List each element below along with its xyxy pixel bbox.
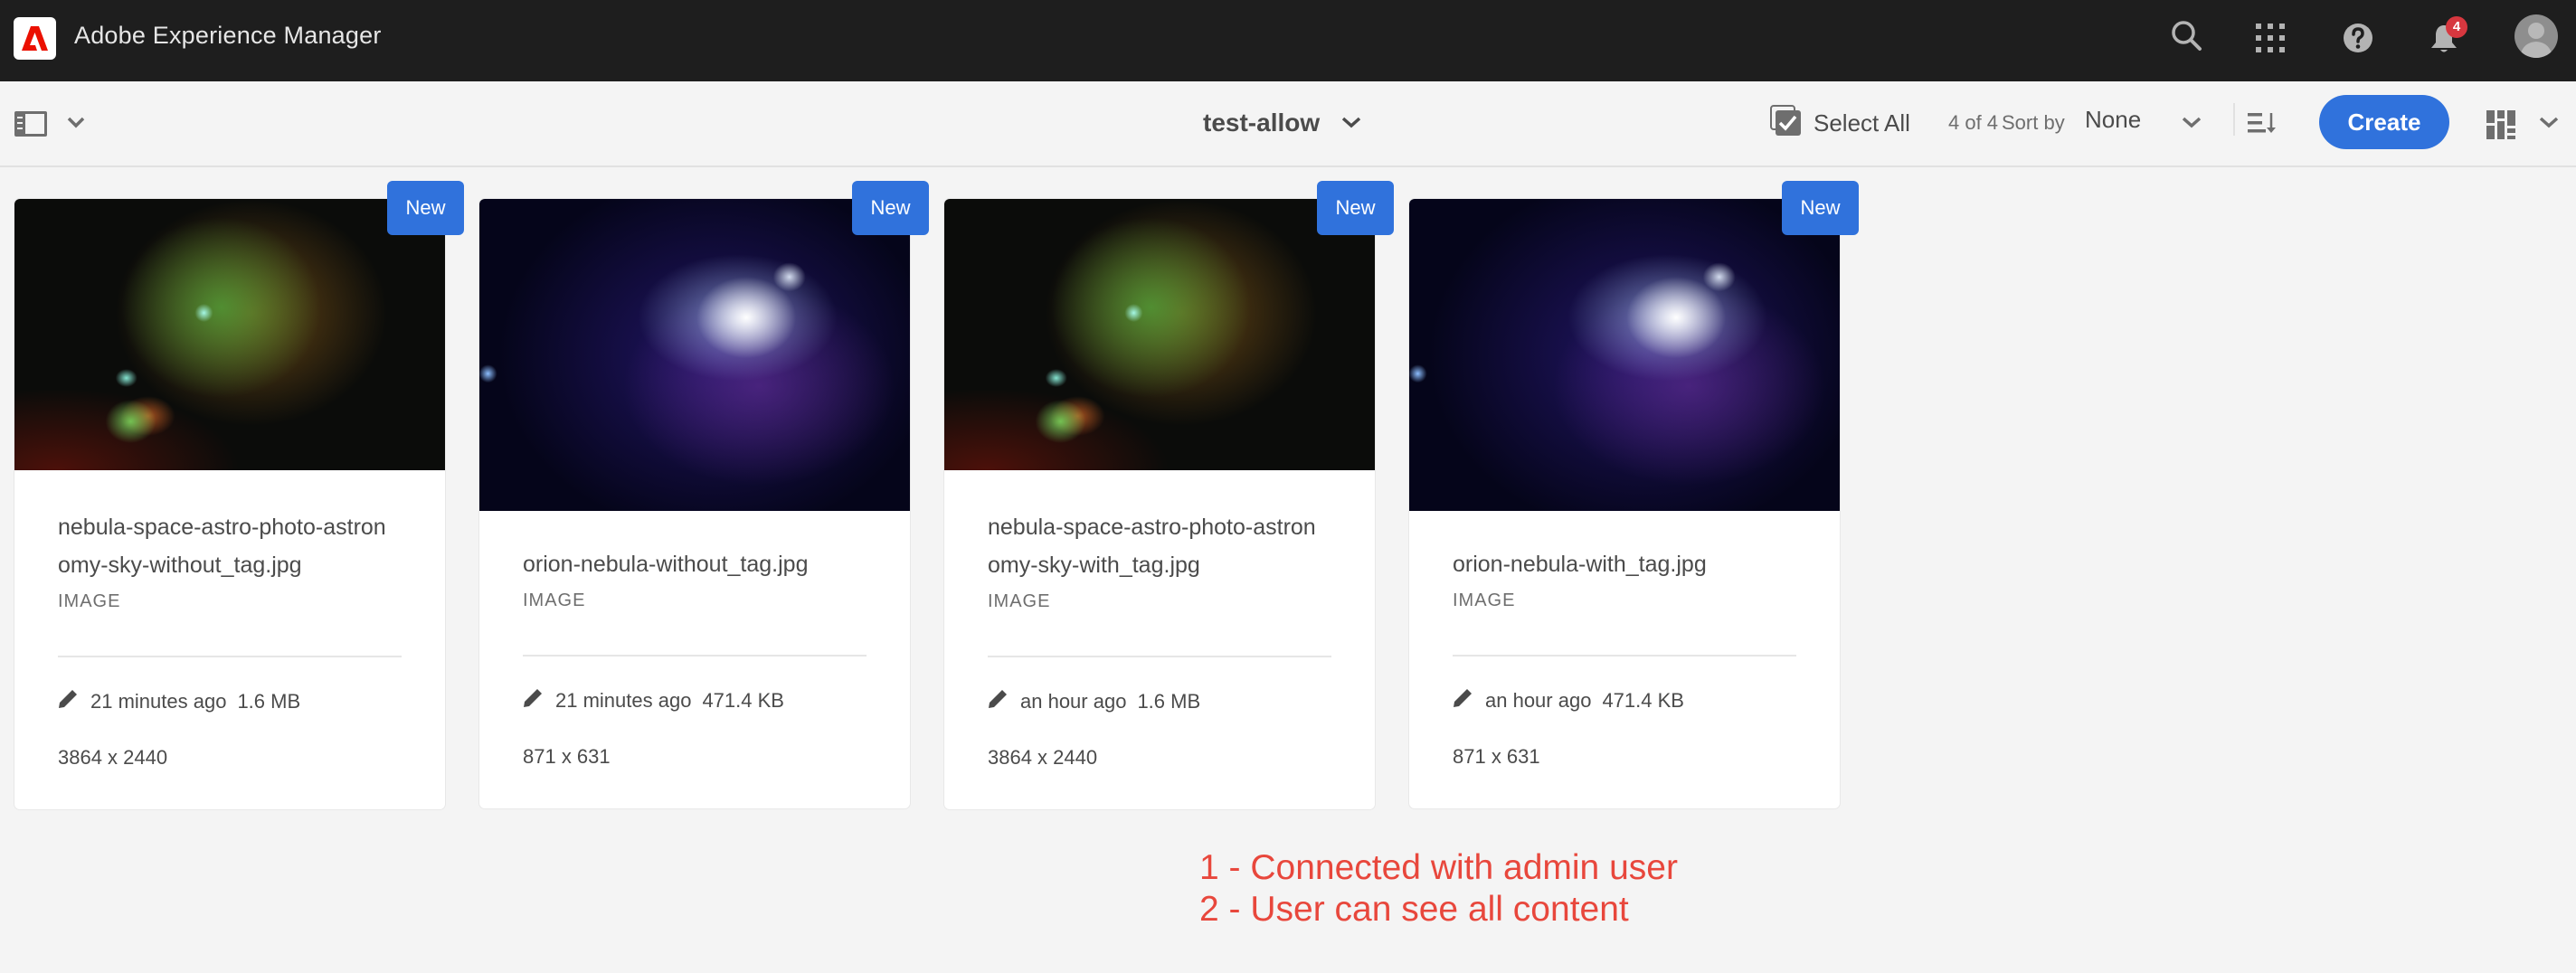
rail-toggle-icon[interactable] (14, 111, 47, 141)
modified-time: 21 minutes ago (90, 690, 227, 713)
annotation-note: 1 - Connected with admin user 2 - User c… (1199, 847, 1678, 930)
folder-chevron-down-icon[interactable] (1341, 116, 1361, 133)
modified-time: an hour ago (1485, 689, 1592, 712)
card-view-icon[interactable] (2486, 110, 2515, 144)
nebula-thumbnail-image (944, 199, 1375, 470)
shell-header: Adobe Experience Manager 4 (0, 0, 2576, 81)
asset-type: IMAGE (1453, 590, 1516, 610)
image-dimensions: 871 x 631 (1453, 745, 1540, 768)
asset-title: nebula-space-astro-photo-astronomy-sky-w… (58, 515, 386, 578)
app-title[interactable]: Adobe Experience Manager (74, 22, 382, 50)
pencil-icon (523, 688, 543, 713)
asset-thumbnail (14, 199, 445, 470)
help-icon[interactable] (2343, 23, 2373, 58)
select-all-checkbox-icon (1770, 105, 1801, 136)
file-size: 471.4 KB (702, 689, 784, 712)
new-badge: New (1782, 181, 1859, 235)
asset-thumbnail (479, 199, 910, 511)
view-chevron-down-icon[interactable] (2539, 116, 2559, 133)
sort-by-value: None (2085, 106, 2142, 133)
action-bar: test-allow Select All 4 of 4 Sort by Non… (0, 81, 2576, 167)
rail-chevron-down-icon[interactable] (67, 116, 85, 133)
adobe-logo-icon[interactable] (14, 17, 56, 60)
asset-card[interactable]: New orion-nebula-with_tag.jpg IMAGE an h… (1409, 181, 1859, 808)
create-button[interactable]: Create (2319, 95, 2449, 149)
sort-direction-icon[interactable] (2248, 111, 2277, 139)
sort-by-select[interactable]: None (2085, 106, 2202, 138)
asset-card[interactable]: New nebula-space-astro-photo-astronomy-s… (14, 181, 464, 809)
asset-title: nebula-space-astro-photo-astronomy-sky-w… (988, 515, 1316, 578)
nebula-thumbnail-image (14, 199, 445, 470)
card-divider (58, 656, 402, 657)
asset-card[interactable]: New nebula-space-astro-photo-astronomy-s… (944, 181, 1394, 809)
orion-thumbnail-image (1409, 199, 1840, 511)
modified-time: 21 minutes ago (555, 689, 692, 712)
folder-title[interactable]: test-allow (1203, 109, 1320, 137)
orion-thumbnail-image (479, 199, 910, 511)
toolbar-divider (2233, 103, 2235, 136)
file-size: 1.6 MB (237, 690, 301, 713)
image-dimensions: 871 x 631 (523, 745, 611, 768)
sort-by-label: Sort by (2002, 111, 2065, 134)
asset-type: IMAGE (523, 590, 586, 610)
file-size: 1.6 MB (1137, 690, 1201, 713)
asset-title: orion-nebula-with_tag.jpg (1453, 552, 1707, 577)
new-badge: New (1317, 181, 1394, 235)
search-icon[interactable] (2171, 20, 2203, 57)
new-badge: New (852, 181, 929, 235)
sort-chevron-down-icon (2182, 116, 2202, 133)
solutions-grid-icon[interactable] (2256, 24, 2285, 57)
asset-thumbnail (944, 199, 1375, 470)
asset-type: IMAGE (988, 591, 1051, 611)
file-size: 471.4 KB (1602, 689, 1684, 712)
pencil-icon (58, 689, 78, 714)
user-avatar-icon[interactable] (2514, 14, 2558, 58)
image-dimensions: 3864 x 2440 (58, 746, 168, 769)
pencil-icon (1453, 688, 1473, 713)
pencil-icon (988, 689, 1008, 714)
asset-type: IMAGE (58, 591, 121, 611)
select-all-button[interactable]: Select All (1770, 105, 1910, 137)
asset-card[interactable]: New orion-nebula-without_tag.jpg IMAGE 2… (479, 181, 929, 808)
asset-title: orion-nebula-without_tag.jpg (523, 552, 809, 577)
annotation-line-2: 2 - User can see all content (1199, 890, 1629, 929)
new-badge: New (387, 181, 464, 235)
asset-thumbnail (1409, 199, 1840, 511)
item-count: 4 of 4 (1948, 111, 1999, 134)
annotation-line-1: 1 - Connected with admin user (1199, 848, 1678, 887)
card-divider (988, 656, 1331, 657)
select-all-label: Select All (1814, 109, 1910, 137)
card-divider (1453, 655, 1796, 657)
notification-count-badge: 4 (2446, 16, 2467, 38)
image-dimensions: 3864 x 2440 (988, 746, 1098, 769)
card-divider (523, 655, 867, 657)
modified-time: an hour ago (1020, 690, 1127, 713)
